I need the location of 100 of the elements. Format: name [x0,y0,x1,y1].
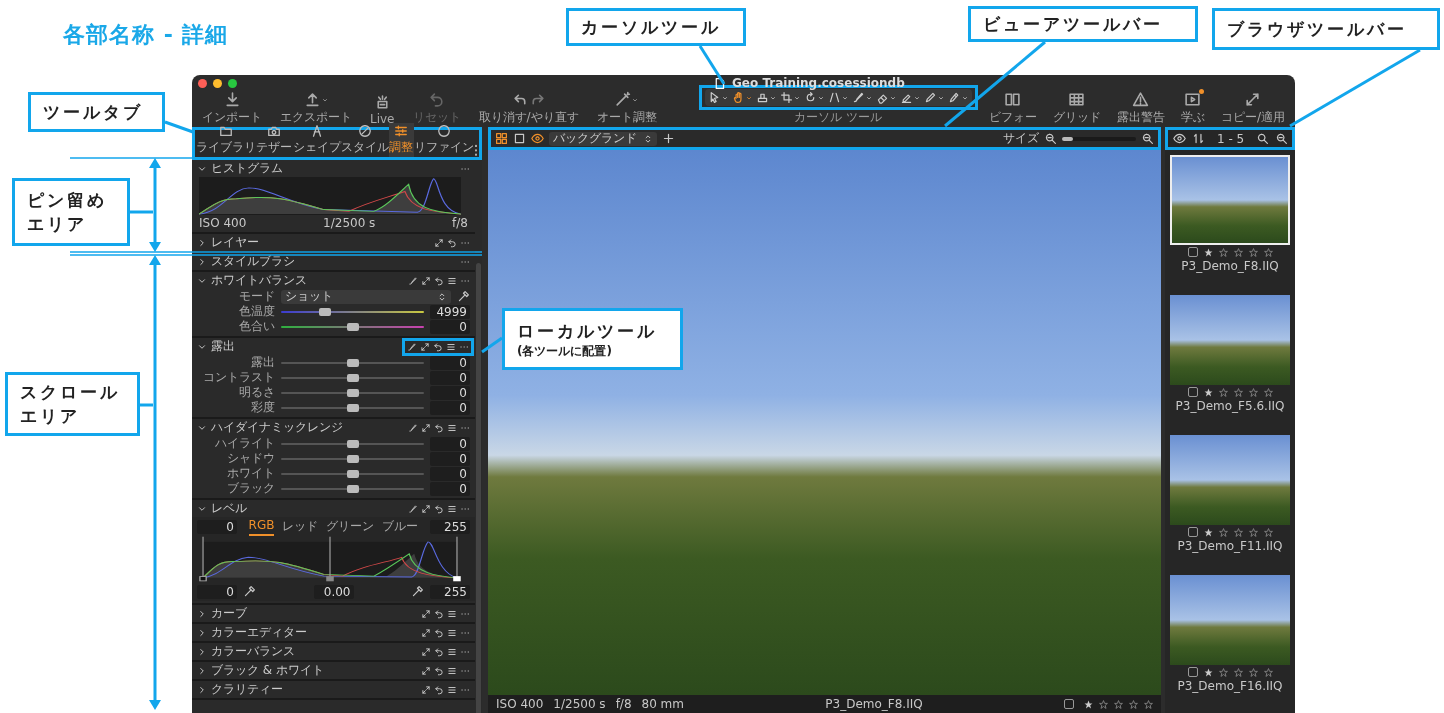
tool-tab[interactable]: リファイン [413,123,474,157]
section-header[interactable]: レベル [192,500,475,517]
list-icon[interactable] [447,275,457,286]
toolbar-button[interactable]: 露出警告 [1114,91,1167,126]
value-field[interactable]: 0 [430,400,470,415]
input-low-handle[interactable] [199,536,207,582]
section-header[interactable]: スタイルブラシ [192,253,475,270]
cursor-tool-button[interactable] [851,91,873,104]
zoom-out-icon[interactable] [1044,132,1057,145]
thumbnail-photo[interactable] [1170,435,1290,525]
size-slider[interactable] [1062,136,1136,141]
checkbox[interactable] [1187,527,1198,537]
diagonal-arrows-icon[interactable] [434,237,444,248]
slider-thumb[interactable] [346,373,359,382]
value-field[interactable]: 0 [430,385,470,400]
checkbox[interactable] [1187,387,1198,397]
reset-icon[interactable] [433,341,443,352]
thumbnail-photo[interactable] [1170,155,1290,245]
value-field[interactable]: 0 [197,519,237,534]
checkbox[interactable] [1064,699,1074,709]
reset-icon[interactable] [434,608,444,619]
brush-icon[interactable] [408,503,418,514]
zoom-icon[interactable] [1275,132,1289,145]
reset-icon[interactable] [447,237,457,248]
slider-thumb[interactable] [346,439,359,448]
slider-thumb[interactable] [346,469,359,478]
sort-icon[interactable] [1192,132,1205,145]
value-field[interactable]: 0 [430,436,470,451]
reset-icon[interactable] [434,646,444,657]
cursor-tool-button[interactable] [731,91,753,104]
diagonal-arrows-icon[interactable] [421,422,431,433]
slider[interactable] [281,472,424,475]
value-field[interactable]: 0 [430,370,470,385]
diagonal-arrows-icon[interactable] [421,665,431,676]
input-high-handle[interactable] [453,536,461,582]
value-field[interactable]: 4999 [430,304,470,319]
cursor-tool-button[interactable] [779,91,801,104]
slider[interactable] [281,487,424,490]
cursor-tool-button[interactable] [755,91,777,104]
diagonal-arrows-icon[interactable] [421,627,431,638]
toolbar-button[interactable]: オート調整 [594,91,659,126]
tool-tab[interactable]: ライブラリ [196,123,257,157]
zoom-button[interactable] [228,78,237,88]
channel-tab[interactable]: ブルー [382,517,419,536]
reset-icon[interactable] [434,422,444,433]
search-icon[interactable] [1256,132,1270,145]
list-icon[interactable] [447,684,457,695]
value-field[interactable]: 0 [430,319,470,334]
close-button[interactable] [198,78,207,88]
eye-icon[interactable] [1173,132,1186,145]
thumbnail-photo[interactable] [1170,295,1290,385]
diagonal-arrows-icon[interactable] [421,503,431,514]
slider-thumb[interactable] [346,322,359,331]
list-icon[interactable] [446,341,456,352]
toolbar-button[interactable]: ビフォー [986,91,1039,126]
minimize-button[interactable] [213,78,222,88]
mode-dropdown[interactable]: ショット [281,289,451,304]
cursor-tool-button[interactable] [947,91,969,104]
diagonal-arrows-icon[interactable] [421,608,431,619]
value-field[interactable]: 0 [430,481,470,496]
eye-icon[interactable] [531,132,544,145]
reset-icon[interactable] [434,275,444,286]
reset-icon[interactable] [434,503,444,514]
section-header[interactable]: カーブ [192,605,475,622]
cursor-tool-button[interactable] [923,91,945,104]
slider[interactable] [281,406,424,409]
star-rating[interactable] [1203,527,1273,537]
value-field[interactable]: 0.00 [313,584,354,599]
diagonal-arrows-icon[interactable] [420,341,430,352]
section-header[interactable]: ハイダイナミックレンジ [192,419,475,436]
section-header[interactable]: カラーバランス [192,643,475,660]
slider[interactable] [281,325,424,328]
brush-icon[interactable] [408,275,418,286]
star-rating[interactable] [1203,387,1273,397]
more-icon[interactable] [473,143,478,157]
diagonal-arrows-icon[interactable] [421,684,431,695]
midpoint-handle[interactable] [326,536,334,582]
cursor-tool-button[interactable] [875,91,897,104]
slider[interactable] [281,391,424,394]
list-icon[interactable] [447,627,457,638]
section-header[interactable]: ホワイトバランス [192,272,475,289]
checkbox[interactable] [1187,247,1198,257]
reset-icon[interactable] [434,684,444,695]
section-header[interactable]: クラリティー [192,681,475,698]
toolbar-button[interactable]: Live [368,94,397,126]
reset-icon[interactable] [434,627,444,638]
eyedropper-icon[interactable] [457,290,470,303]
cursor-tool-button[interactable] [827,91,849,104]
thumbnail-photo[interactable] [1170,575,1290,665]
background-dropdown[interactable]: バックグランド [549,131,657,146]
slider[interactable] [281,361,424,364]
star-rating[interactable] [1203,667,1273,677]
star-rating[interactable] [1203,247,1273,257]
slider[interactable] [281,442,424,445]
section-header[interactable]: 露出 [192,338,475,355]
value-field[interactable]: 255 [430,519,470,534]
eyedropper-icon[interactable] [243,585,256,598]
value-field[interactable]: 0 [197,584,237,599]
slider-thumb[interactable] [346,454,359,463]
slider-thumb[interactable] [346,358,359,367]
